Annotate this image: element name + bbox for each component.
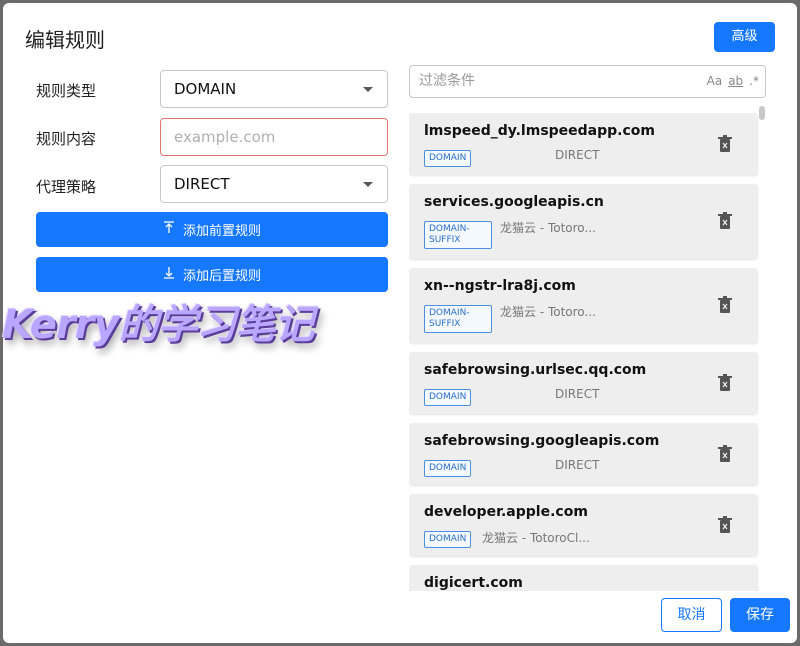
proxy-policy-select[interactable]: DIRECT bbox=[160, 165, 388, 203]
rule-content-input[interactable]: example.com bbox=[160, 118, 388, 156]
rule-type-select[interactable]: DOMAIN bbox=[160, 70, 388, 108]
watermark-text: Kerry的学习笔记 bbox=[2, 302, 314, 348]
rule-proxy: DIRECT bbox=[555, 458, 600, 472]
cancel-button[interactable]: 取消 bbox=[661, 598, 722, 632]
proxy-policy-label: 代理策略 bbox=[36, 178, 97, 196]
trash-icon[interactable] bbox=[717, 374, 733, 392]
rule-type-tag: DOMAIN- SUFFIX bbox=[424, 305, 492, 333]
rule-host: lmspeed_dy.lmspeedapp.com bbox=[424, 123, 655, 139]
dialog-title: 编辑规则 bbox=[25, 28, 105, 52]
rule-proxy: 龙猫云 - Totoro... bbox=[500, 305, 596, 319]
match-word-icon[interactable]: ab bbox=[728, 66, 743, 97]
arrow-down-to-line-icon bbox=[163, 266, 175, 283]
filter-input[interactable]: 过滤条件 Aa ab .* bbox=[409, 65, 766, 98]
rule-type-tag: DOMAIN bbox=[424, 531, 472, 548]
rule-content-placeholder: example.com bbox=[174, 128, 276, 146]
rule-type-tag: DOMAIN bbox=[424, 460, 472, 477]
rule-host: developer.apple.com bbox=[424, 504, 588, 520]
rule-proxy: 龙猫云 - Totoro... bbox=[500, 221, 596, 235]
rule-item[interactable]: safebrowsing.googleapis.com DOMAIN DIREC… bbox=[409, 423, 758, 485]
rule-type-tag: DOMAIN bbox=[424, 389, 472, 406]
add-append-rule-button[interactable]: 添加后置规则 bbox=[36, 257, 388, 292]
rule-type-value: DOMAIN bbox=[174, 80, 237, 98]
add-append-rule-label: 添加后置规则 bbox=[182, 269, 261, 284]
rule-host: safebrowsing.googleapis.com bbox=[424, 433, 660, 449]
rule-host: services.googleapis.cn bbox=[424, 194, 604, 210]
rule-host: xn--ngstr-lra8j.com bbox=[424, 278, 576, 294]
filter-placeholder: 过滤条件 bbox=[419, 73, 475, 89]
chevron-down-icon bbox=[363, 87, 373, 92]
add-prepend-rule-label: 添加前置规则 bbox=[182, 224, 261, 239]
match-case-icon[interactable]: Aa bbox=[707, 66, 723, 97]
rule-item[interactable]: services.googleapis.cn DOMAIN- SUFFIX 龙猫云… bbox=[409, 184, 758, 259]
rule-type-label: 规则类型 bbox=[36, 82, 97, 100]
scrollbar-thumb[interactable] bbox=[759, 106, 765, 120]
proxy-policy-value: DIRECT bbox=[174, 175, 230, 193]
rule-list: lmspeed_dy.lmspeedapp.com DOMAIN DIRECT … bbox=[409, 113, 759, 591]
trash-icon[interactable] bbox=[717, 212, 733, 230]
rule-proxy: DIRECT bbox=[555, 148, 600, 162]
rule-item[interactable]: xn--ngstr-lra8j.com DOMAIN- SUFFIX 龙猫云 - … bbox=[409, 268, 758, 343]
chevron-down-icon bbox=[363, 182, 373, 187]
rule-proxy: 龙猫云 - TotoroCl... bbox=[482, 531, 590, 545]
save-button[interactable]: 保存 bbox=[730, 598, 790, 632]
regex-icon[interactable]: .* bbox=[749, 66, 759, 97]
trash-icon[interactable] bbox=[717, 445, 733, 463]
add-prepend-rule-button[interactable]: 添加前置规则 bbox=[36, 212, 388, 247]
trash-icon[interactable] bbox=[717, 516, 733, 534]
trash-icon[interactable] bbox=[717, 135, 733, 153]
trash-icon[interactable] bbox=[717, 296, 733, 314]
rule-host: safebrowsing.urlsec.qq.com bbox=[424, 362, 647, 378]
rule-item[interactable]: lmspeed_dy.lmspeedapp.com DOMAIN DIRECT bbox=[409, 113, 758, 175]
rule-host: digicert.com bbox=[424, 575, 523, 591]
arrow-up-to-line-icon bbox=[163, 221, 175, 238]
rule-content-label: 规则内容 bbox=[36, 130, 97, 148]
rule-item[interactable]: digicert.com bbox=[409, 565, 758, 591]
advanced-button[interactable]: 高级 bbox=[714, 22, 775, 52]
rule-item[interactable]: developer.apple.com DOMAIN 龙猫云 - TotoroC… bbox=[409, 494, 758, 556]
rule-item[interactable]: safebrowsing.urlsec.qq.com DOMAIN DIRECT bbox=[409, 352, 758, 414]
rule-type-tag: DOMAIN- SUFFIX bbox=[424, 221, 492, 249]
rule-proxy: DIRECT bbox=[555, 387, 600, 401]
rule-type-tag: DOMAIN bbox=[424, 150, 472, 167]
